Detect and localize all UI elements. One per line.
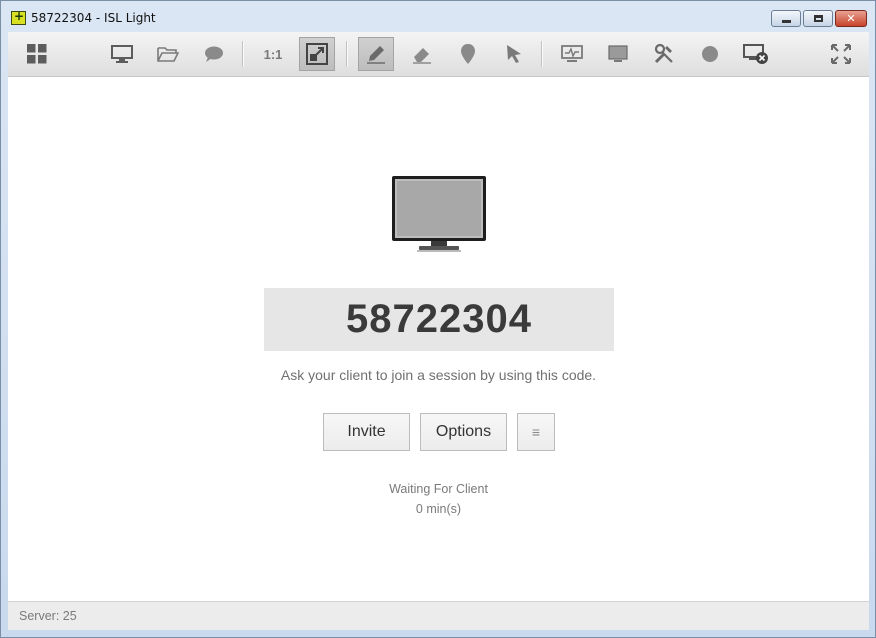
window-controls: ✕ (771, 10, 867, 27)
app-logo-icon (11, 9, 26, 25)
display-button[interactable] (600, 37, 636, 71)
desktop-view-button[interactable] (104, 37, 140, 71)
record-icon (702, 46, 718, 62)
actual-size-button[interactable]: 1:1 (255, 37, 291, 71)
disconnect-monitor-icon (743, 44, 768, 64)
marker-button[interactable] (450, 37, 486, 71)
maximize-icon (813, 15, 823, 22)
end-session-button[interactable] (738, 37, 774, 71)
toolbar-separator (346, 41, 348, 67)
app-window: 58722304 - ISL Light ✕ (0, 0, 876, 638)
fullscreen-button[interactable] (823, 37, 859, 71)
invite-button[interactable]: Invite (323, 413, 410, 451)
pointer-icon (507, 45, 521, 63)
hamburger-icon: ≡ (531, 424, 541, 440)
monitor-illustration-icon (392, 176, 486, 252)
monitor-icon (111, 45, 133, 63)
file-transfer-button[interactable] (150, 37, 186, 71)
fit-screen-icon (306, 43, 328, 65)
minimize-button[interactable] (771, 10, 801, 27)
eraser-button[interactable] (404, 37, 440, 71)
grid-menu-button[interactable] (19, 37, 55, 71)
system-info-button[interactable] (554, 37, 590, 71)
status-bar: Server: 25 (8, 601, 869, 630)
draw-pencil-button[interactable] (358, 37, 394, 71)
session-panel: 58722304 Ask your client to join a sessi… (8, 77, 869, 601)
system-monitor-icon (561, 45, 583, 62)
tools-button[interactable] (646, 37, 682, 71)
maximize-button[interactable] (803, 10, 833, 27)
pointer-button[interactable] (496, 37, 532, 71)
record-button[interactable] (692, 37, 728, 71)
more-menu-button[interactable]: ≡ (517, 413, 555, 451)
grid-icon (27, 44, 47, 64)
fit-to-screen-button[interactable] (299, 37, 335, 71)
eraser-icon (413, 48, 431, 64)
close-icon: ✕ (846, 12, 856, 25)
chat-button[interactable] (196, 37, 232, 71)
server-label: Server: 25 (19, 609, 77, 623)
title-bar[interactable]: 58722304 - ISL Light ✕ (1, 1, 875, 35)
tools-icon (654, 43, 673, 64)
session-code-box: 58722304 (264, 288, 614, 351)
ratio-label: 1:1 (263, 46, 283, 62)
toolbar-separator (541, 41, 543, 67)
toolbar-separator (242, 41, 244, 67)
chat-icon (205, 46, 223, 62)
session-hint: Ask your client to join a session by usi… (280, 367, 597, 383)
minimize-icon (781, 19, 791, 23)
elapsed-time: 0 min(s) (415, 502, 462, 516)
waiting-status: Waiting For Client (389, 482, 488, 496)
pencil-icon (367, 46, 385, 64)
toolbar: 1:1 (8, 32, 869, 77)
folder-icon (157, 47, 179, 62)
options-button[interactable]: Options (420, 413, 507, 451)
window-title: 58722304 - ISL Light (31, 11, 156, 25)
close-button[interactable]: ✕ (835, 10, 867, 27)
fullscreen-icon (831, 44, 851, 64)
session-code: 58722304 (346, 297, 532, 341)
marker-icon (461, 44, 475, 64)
display-icon (608, 45, 628, 62)
